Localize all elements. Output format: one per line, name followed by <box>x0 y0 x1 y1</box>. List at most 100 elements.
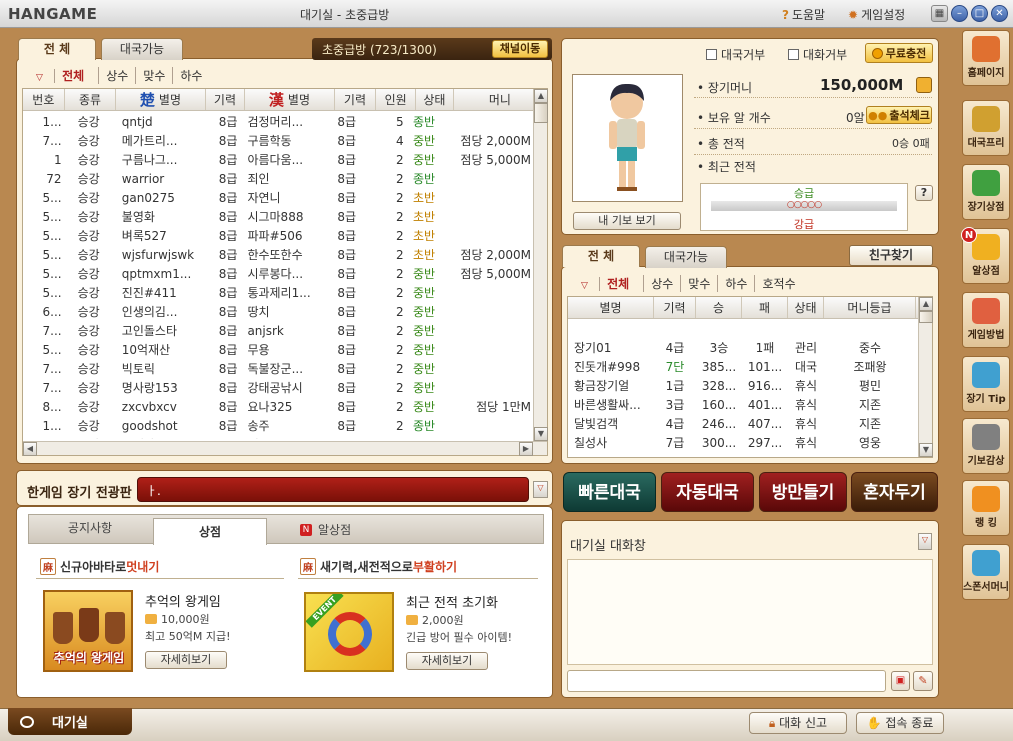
tab-room-available[interactable]: 대국가능 <box>101 38 183 60</box>
scroll-thumb[interactable] <box>534 103 548 123</box>
sidebar-item-sponsor-money[interactable]: 스폰서머니 <box>962 544 1010 600</box>
col-nickname[interactable]: 별명 <box>568 297 654 318</box>
room-row[interactable]: 7... 승강 고인돌스타 8급 anjsrk 8급 2 중반 <box>23 322 533 341</box>
channel-move-button[interactable]: 채널이동 <box>492 40 548 58</box>
money-info-icon[interactable] <box>916 77 932 93</box>
sidebar-item-how-to-play[interactable]: 게임방법 <box>962 292 1010 348</box>
sidebar-item-egg-store[interactable]: 알상점 N <box>961 227 1010 284</box>
room-row[interactable]: 5... 승강 qptmxm1... 8급 시루봉다... 8급 2 중반 점당 5,000M <box>23 265 533 284</box>
col-state[interactable]: 상태 <box>416 89 454 110</box>
attend-button[interactable]: ●● 출석체크 <box>866 106 932 124</box>
col-money-grade[interactable]: 머니등급 <box>824 297 916 318</box>
filter-high[interactable]: 상수 <box>98 67 135 84</box>
col-cho-name[interactable]: 楚 별명 <box>116 89 206 110</box>
room-hscrollbar[interactable]: ◀ ▶ <box>23 441 547 456</box>
tab-room-all[interactable]: 전 체 <box>18 38 96 60</box>
tab-egg-store[interactable]: N 알상점 <box>300 521 351 538</box>
avatar[interactable] <box>572 74 683 202</box>
sidebar-item-home[interactable]: 홈페이지 <box>962 30 1010 86</box>
broadcast-expand-icon[interactable]: ▽ <box>533 481 548 498</box>
user-row[interactable]: 달빛검객 4급 246... 407... 휴식 지존 <box>568 415 916 434</box>
room-scrollbar[interactable]: ▲ ▼ <box>533 89 548 441</box>
close-button[interactable]: ✕ <box>991 5 1008 22</box>
report-chat-button[interactable]: 🔒︎ 대화 신고 <box>749 712 847 734</box>
help-link[interactable]: ? 도움말 <box>782 6 825 23</box>
filter-rival[interactable]: 호적수 <box>754 275 802 292</box>
maximize-button[interactable]: □ <box>971 5 988 22</box>
chat-expand-icon[interactable]: ▽ <box>918 533 932 550</box>
sidebar-item-ranking[interactable]: 랭 킹 <box>962 480 1010 536</box>
item2-image[interactable]: EVENT <box>304 592 394 672</box>
col-people[interactable]: 인원 <box>376 89 417 110</box>
refuse-chat-checkbox[interactable]: 대화거부 <box>788 46 847 63</box>
filter-high[interactable]: 상수 <box>643 275 680 292</box>
room-row[interactable]: 5... 승강 벼록527 8급 파파#506 8급 2 초반 <box>23 227 533 246</box>
room-row[interactable]: 6... 승강 인생의김... 8급 땅치 8급 2 중반 <box>23 303 533 322</box>
item2-detail-button[interactable]: 자세히보기 <box>406 652 488 670</box>
room-row[interactable]: 1... 승강 qntjd 8급 검정머리... 8급 5 종반 <box>23 113 533 132</box>
scroll-down-icon[interactable]: ▼ <box>534 427 548 441</box>
col-han-name[interactable]: 漢 별명 <box>245 89 335 110</box>
create-room-button[interactable]: 방만들기 <box>759 472 847 512</box>
room-row[interactable]: ...승강모래사...8급태풍#4108급2종반 <box>23 436 533 439</box>
room-row[interactable]: 7... 승강 메가트리... 8급 구름학동 8급 4 중반 점당 2,000M <box>23 132 533 151</box>
room-row[interactable]: 1... 승강 goodshot 8급 송주 8급 2 종반 <box>23 417 533 436</box>
auto-match-button[interactable]: 자동대국 <box>661 472 754 512</box>
user-row[interactable]: 진돗개#998 7단 385... 101... 대국 조패왕 <box>568 358 916 377</box>
col-win[interactable]: 승 <box>696 297 742 318</box>
room-row[interactable]: 5... 승강 wjsfurwjswk 8급 한수또한수 8급 2 초반 점당 2,000M <box>23 246 533 265</box>
col-type[interactable]: 종류 <box>65 89 117 110</box>
user-row[interactable]: 바른생활싸... 3급 160... 401... 휴식 지존 <box>568 396 916 415</box>
filter-all[interactable]: ▽ 전체 <box>22 67 98 84</box>
refuse-game-checkbox[interactable]: 대국거부 <box>706 46 765 63</box>
room-row[interactable]: 5... 승강 10억재산 8급 무용 8급 2 중반 <box>23 341 533 360</box>
room-row[interactable]: 5... 승강 불영화 8급 시그마888 8급 2 초반 <box>23 208 533 227</box>
room-row[interactable]: 7... 승강 빅토릭 8급 독불장군... 8급 2 중반 <box>23 360 533 379</box>
tab-waiting-room[interactable]: 대기실 <box>8 708 132 735</box>
broadcast-text[interactable]: ㅏ. <box>137 477 529 502</box>
filter-low[interactable]: 하수 <box>717 275 754 292</box>
item1-image[interactable]: 추억의 왕게임 <box>43 590 133 672</box>
filter-all[interactable]: ▽ 전체 <box>567 275 643 292</box>
room-row[interactable]: 72 승강 warrior 8급 죄인 8급 2 종반 <box>23 170 533 189</box>
tab-notice[interactable]: 공지사항 <box>28 519 152 536</box>
filter-equal[interactable]: 맞수 <box>135 67 172 84</box>
col-number[interactable]: 번호 <box>23 89 65 110</box>
col-cho-level[interactable]: 기력 <box>206 89 246 110</box>
settings-link[interactable]: ✹ 게임설정 <box>848 6 905 23</box>
scroll-down-icon[interactable]: ▼ <box>919 443 933 457</box>
user-scrollbar[interactable]: ▲ ▼ <box>918 297 933 457</box>
sidebar-item-replay[interactable]: 기보감상 <box>962 418 1010 474</box>
scroll-left-icon[interactable]: ◀ <box>23 442 37 456</box>
calculator-icon[interactable]: ▦ <box>931 5 948 22</box>
room-row[interactable]: 5... 승강 진진#411 8급 통과제리1... 8급 2 중반 <box>23 284 533 303</box>
sidebar-item-free-match[interactable]: 대국프리 <box>962 100 1010 156</box>
filter-equal[interactable]: 맞수 <box>680 275 717 292</box>
room-row[interactable]: 5... 승강 gan0275 8급 자연니 8급 2 초반 <box>23 189 533 208</box>
col-state[interactable]: 상태 <box>788 297 824 318</box>
scroll-up-icon[interactable]: ▲ <box>919 297 933 311</box>
tab-user-available[interactable]: 대국가능 <box>645 246 727 268</box>
user-row[interactable]: 장기01 4급 3승 1패 관리 중수 <box>568 339 916 358</box>
my-board-button[interactable]: 내 기보 보기 <box>573 212 681 230</box>
tab-user-all[interactable]: 전 체 <box>562 245 640 267</box>
scroll-thumb[interactable] <box>919 311 933 323</box>
exit-button[interactable]: ✋ 접속 종료 <box>856 712 944 734</box>
sidebar-item-tip[interactable]: 장기 Tip <box>962 356 1010 412</box>
whisper-icon[interactable]: ✎ <box>913 671 933 691</box>
scroll-up-icon[interactable]: ▲ <box>534 89 548 103</box>
col-han-level[interactable]: 기력 <box>335 89 377 110</box>
find-friend-button[interactable]: 친구찾기 <box>849 245 933 266</box>
room-row[interactable]: 7... 승강 명사랑153 8급 강태공낚시 8급 2 중반 <box>23 379 533 398</box>
chat-input[interactable] <box>567 670 886 692</box>
user-row[interactable]: 황금장기얼 1급 328... 916... 휴식 평민 <box>568 377 916 396</box>
user-row[interactable]: 칠성사 7급 300... 297... 휴식 영웅 <box>568 434 916 453</box>
quick-match-button[interactable]: 빠른대국 <box>563 472 656 512</box>
tab-store[interactable]: 상점 <box>153 518 267 545</box>
col-lose[interactable]: 패 <box>742 297 788 318</box>
item1-detail-button[interactable]: 자세히보기 <box>145 651 227 669</box>
sidebar-item-chess-store[interactable]: 장기상점 <box>962 164 1010 220</box>
help-q-button[interactable]: ? <box>915 185 933 201</box>
room-row[interactable]: 1 승강 구름나그... 8급 아름다움... 8급 2 중반 점당 5,000M <box>23 151 533 170</box>
col-level[interactable]: 기력 <box>654 297 696 318</box>
